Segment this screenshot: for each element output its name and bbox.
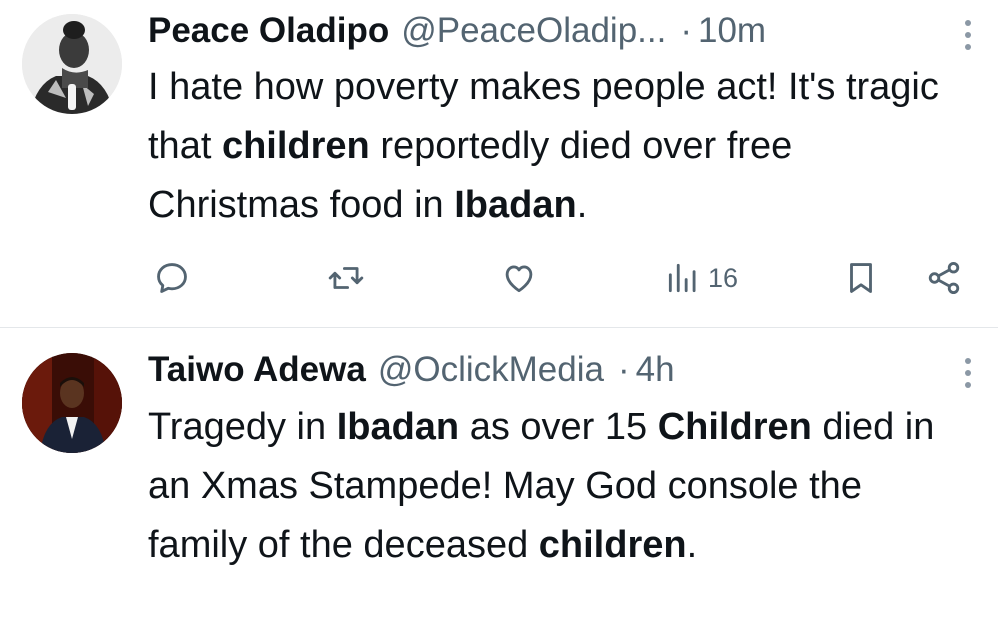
share-button[interactable] [925,254,963,302]
tweet[interactable]: Taiwo Adewa @OclickMedia · 4h Tragedy in… [0,329,998,633]
share-icon [928,262,960,294]
bookmark-icon [850,263,872,293]
views-button[interactable]: 16 [664,254,738,302]
action-bar: 16 [0,254,998,302]
reply-button[interactable] [153,254,191,302]
tweet-header: Peace Oladipo @PeaceOladip... · 10m [148,8,928,54]
avatar[interactable] [22,14,122,114]
reply-icon [157,263,187,293]
tweet-divider [0,327,998,328]
tweet-text: Tragedy in Ibadan as over 15 Children di… [148,406,935,566]
views-count: 16 [708,262,739,293]
tweet-header: Taiwo Adewa @OclickMedia · 4h [148,347,928,393]
tweet-text: I hate how poverty makes people act! It'… [148,66,939,226]
author-name[interactable]: Taiwo Adewa [148,347,366,393]
more-options-icon[interactable] [964,20,972,50]
avatar[interactable] [22,353,122,453]
like-icon [505,265,533,293]
views-icon [668,263,696,293]
bookmark-button[interactable] [842,254,880,302]
tweet[interactable]: Peace Oladipo @PeaceOladip... · 10m I ha… [0,0,998,328]
like-button[interactable] [500,254,538,302]
author-name[interactable]: Peace Oladipo [148,8,389,54]
separator-dot: · [680,11,692,50]
author-handle[interactable]: @PeaceOladip... [401,8,666,54]
timestamp[interactable]: 10m [698,8,766,54]
retweet-icon [328,267,364,289]
retweet-button[interactable] [327,254,365,302]
separator-dot: · [617,350,630,389]
timestamp[interactable]: 4h [636,347,675,393]
author-handle[interactable]: @OclickMedia [378,347,604,393]
more-options-icon[interactable] [964,358,972,388]
